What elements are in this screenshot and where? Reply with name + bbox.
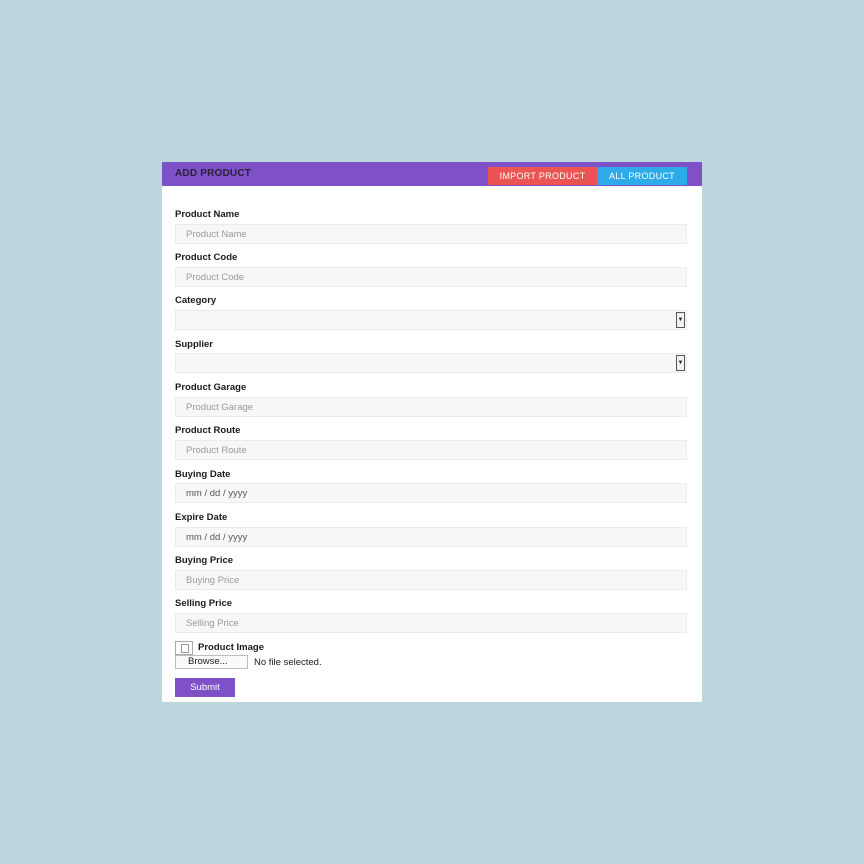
buying-price-label: Buying Price <box>175 555 234 566</box>
import-product-button[interactable]: IMPORT PRODUCT <box>488 167 597 185</box>
expire-date-input[interactable]: mm / dd / yyyy <box>175 527 687 547</box>
page-title: ADD PRODUCT <box>175 168 252 179</box>
buying-date-label: Buying Date <box>175 469 231 480</box>
product-route-label: Product Route <box>175 425 241 436</box>
product-name-input[interactable] <box>175 224 687 244</box>
all-product-button[interactable]: ALL PRODUCT <box>597 167 687 185</box>
product-route-input[interactable] <box>175 440 687 460</box>
supplier-select[interactable]: ▼ <box>175 353 687 373</box>
product-name-label: Product Name <box>175 209 240 220</box>
product-garage-input[interactable] <box>175 397 687 417</box>
card-header: ADD PRODUCT IMPORT PRODUCT ALL PRODUCT <box>162 162 702 186</box>
buying-date-value: mm / dd / yyyy <box>186 488 248 499</box>
selling-price-input[interactable] <box>175 613 687 633</box>
chevron-down-icon[interactable]: ▼ <box>676 355 685 371</box>
category-label: Category <box>175 295 217 306</box>
expire-date-label: Expire Date <box>175 512 228 523</box>
product-garage-label: Product Garage <box>175 382 247 393</box>
product-code-label: Product Code <box>175 252 238 263</box>
file-status: No file selected. <box>254 657 322 668</box>
supplier-label: Supplier <box>175 339 214 350</box>
product-code-input[interactable] <box>175 267 687 287</box>
category-select[interactable]: ▼ <box>175 310 687 330</box>
add-product-card: ADD PRODUCT IMPORT PRODUCT ALL PRODUCT P… <box>162 162 702 702</box>
image-icon <box>175 641 193 655</box>
selling-price-label: Selling Price <box>175 598 233 609</box>
expire-date-value: mm / dd / yyyy <box>186 532 248 543</box>
browse-button[interactable]: Browse... <box>175 655 248 669</box>
buying-date-input[interactable]: mm / dd / yyyy <box>175 483 687 503</box>
product-image-label: Product Image <box>198 642 264 653</box>
chevron-down-icon[interactable]: ▼ <box>676 312 685 328</box>
buying-price-input[interactable] <box>175 570 687 590</box>
submit-button[interactable]: Submit <box>175 678 235 697</box>
